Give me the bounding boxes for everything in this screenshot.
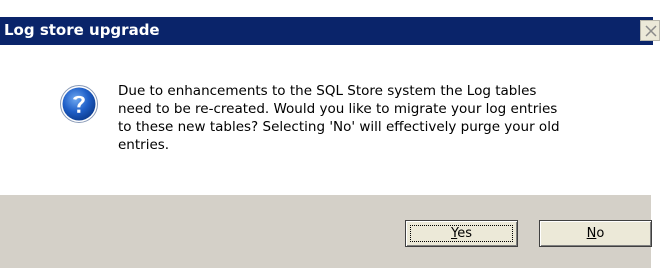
dialog-window: Log store upgrade Due to enhancements to… <box>0 0 661 268</box>
dialog-message: Due to enhancements to the SQL Store sys… <box>118 82 638 154</box>
close-button[interactable] <box>640 20 660 41</box>
message-line: to these new tables? Selecting 'No' will… <box>118 119 560 135</box>
window-title: Log store upgrade <box>4 21 160 39</box>
message-line: need to be re-created. Would you like to… <box>118 101 558 117</box>
question-icon <box>60 85 98 123</box>
yes-button[interactable]: Yes <box>405 220 518 247</box>
message-line: Due to enhancements to the SQL Store sys… <box>118 83 537 99</box>
close-icon <box>645 25 657 37</box>
title-bar[interactable]: Log store upgrade <box>0 0 661 48</box>
no-button-label: No <box>586 226 605 241</box>
window-edge <box>651 48 661 268</box>
message-line: entries. <box>118 137 170 153</box>
yes-button-label: Yes <box>451 226 472 241</box>
no-button[interactable]: No <box>539 220 652 247</box>
